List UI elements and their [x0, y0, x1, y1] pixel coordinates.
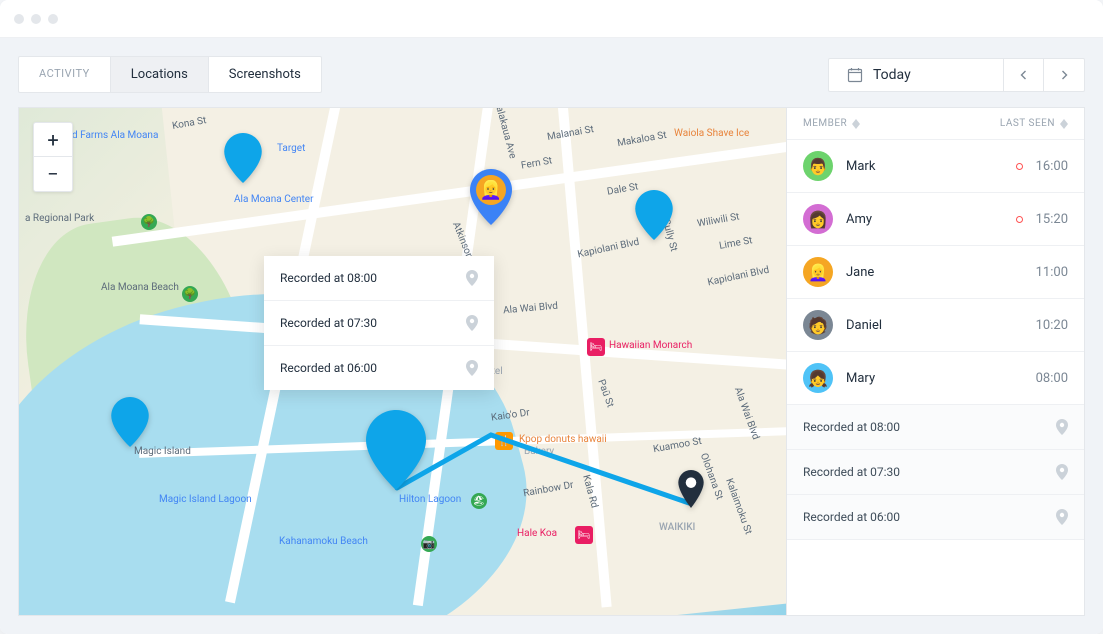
location-pin[interactable] [111, 397, 149, 447]
content-area: + − Waiola Shave Ice Target Ala Moana Ce… [18, 107, 1085, 616]
avatar-icon: 👩 [803, 204, 833, 234]
avatar-icon: 👧 [803, 363, 833, 393]
tab-screenshots[interactable]: Screenshots [209, 57, 321, 92]
member-name: Mark [846, 159, 1003, 174]
tab-locations[interactable]: Locations [111, 57, 209, 92]
member-time: 11:00 [1036, 265, 1068, 280]
zoom-in-button[interactable]: + [34, 123, 72, 157]
window-dot [14, 14, 24, 24]
recording-label: Recorded at 06:00 [803, 510, 900, 524]
member-row[interactable]: 👨 Mark 16:00 [787, 140, 1084, 193]
view-tabs: ACTIVITY Locations Screenshots [18, 56, 322, 93]
map[interactable]: + − Waiola Shave Ice Target Ala Moana Ce… [19, 108, 786, 615]
location-pin[interactable] [224, 133, 262, 183]
recording-popup-item[interactable]: Recorded at 06:00 [264, 346, 494, 390]
recording-label: Recorded at 08:00 [803, 420, 900, 434]
date-next-button[interactable] [1044, 59, 1084, 91]
member-row[interactable]: 👱‍♀️ Jane 11:00 [787, 246, 1084, 299]
member-name: Daniel [846, 318, 1023, 333]
chevron-left-icon [1019, 70, 1029, 80]
date-picker[interactable]: Today [829, 59, 1004, 91]
pin-icon [1056, 419, 1068, 435]
browser-titlebar [0, 0, 1103, 38]
sort-icon [1060, 119, 1068, 129]
pin-icon [1056, 509, 1068, 525]
recording-popup-item[interactable]: Recorded at 07:30 [264, 301, 494, 346]
member-time: 10:20 [1036, 318, 1068, 333]
tab-activity[interactable]: ACTIVITY [19, 57, 111, 92]
zoom-out-button[interactable]: − [34, 157, 72, 191]
recording-popup: Recorded at 08:00 Recorded at 07:30 Reco… [264, 256, 494, 390]
location-pin-current[interactable] [365, 410, 427, 490]
recording-row[interactable]: Recorded at 07:30 [787, 450, 1084, 495]
recording-row[interactable]: Recorded at 06:00 [787, 495, 1084, 540]
zoom-controls: + − [33, 122, 73, 192]
recording-label: Recorded at 07:30 [803, 465, 900, 479]
member-time: 08:00 [1036, 371, 1068, 386]
recording-label: Recorded at 08:00 [280, 271, 377, 285]
avatar-icon: 🧑 [803, 310, 833, 340]
window-dot [31, 14, 41, 24]
recording-row[interactable]: Recorded at 08:00 [787, 405, 1084, 450]
sidebar-recording-list: Recorded at 08:00 Recorded at 07:30 Record… [787, 405, 1084, 540]
avatar-icon: 👨 [803, 151, 833, 181]
topbar: ACTIVITY Locations Screenshots Today [18, 56, 1085, 93]
column-lastseen[interactable]: LAST SEEN [1000, 118, 1068, 129]
column-member[interactable]: MEMBER [803, 118, 860, 129]
pin-icon [466, 270, 478, 286]
member-row[interactable]: 👧 Mary 08:00 [787, 352, 1084, 405]
pin-icon [466, 315, 478, 331]
app-shell: ACTIVITY Locations Screenshots Today [0, 38, 1103, 634]
avatar-icon: 👱‍♀️ [803, 257, 833, 287]
avatar-icon: 👱‍♀️ [476, 175, 506, 205]
sidebar: MEMBER LAST SEEN 👨Mark16 [786, 108, 1084, 615]
member-row[interactable]: 🧑 Daniel 10:20 [787, 299, 1084, 352]
calendar-icon [847, 67, 863, 83]
member-row[interactable]: 👩 Amy 15:20 [787, 193, 1084, 246]
date-label: Today [873, 67, 911, 83]
member-time: 16:00 [1036, 159, 1068, 174]
pin-icon [466, 360, 478, 376]
sort-icon [852, 119, 860, 129]
date-prev-button[interactable] [1004, 59, 1044, 91]
member-pin-jane[interactable]: 👱‍♀️ [469, 169, 513, 225]
recording-label: Recorded at 06:00 [280, 361, 377, 375]
pin-icon [1056, 464, 1068, 480]
recording-label: Recorded at 07:30 [280, 316, 377, 330]
live-indicator-icon [1016, 163, 1023, 170]
location-pin[interactable] [635, 190, 673, 240]
window-dot [48, 14, 58, 24]
live-indicator-icon [1016, 216, 1023, 223]
date-navigator: Today [828, 58, 1085, 92]
member-name: Amy [846, 212, 1003, 227]
sidebar-header: MEMBER LAST SEEN [787, 108, 1084, 140]
member-time: 15:20 [1036, 212, 1068, 227]
member-list: 👨 Mark 16:00 👩 Amy 15:20 👱‍♀️ Jane 11:00 🧑 Daniel 1… [787, 140, 1084, 405]
column-label: MEMBER [803, 118, 847, 129]
column-label: LAST SEEN [1000, 118, 1055, 129]
destination-pin[interactable] [678, 470, 704, 508]
chevron-right-icon [1059, 70, 1069, 80]
browser-frame: ACTIVITY Locations Screenshots Today [0, 0, 1103, 634]
member-name: Jane [846, 265, 1023, 280]
member-name: Mary [846, 371, 1023, 386]
recording-popup-item[interactable]: Recorded at 08:00 [264, 256, 494, 301]
